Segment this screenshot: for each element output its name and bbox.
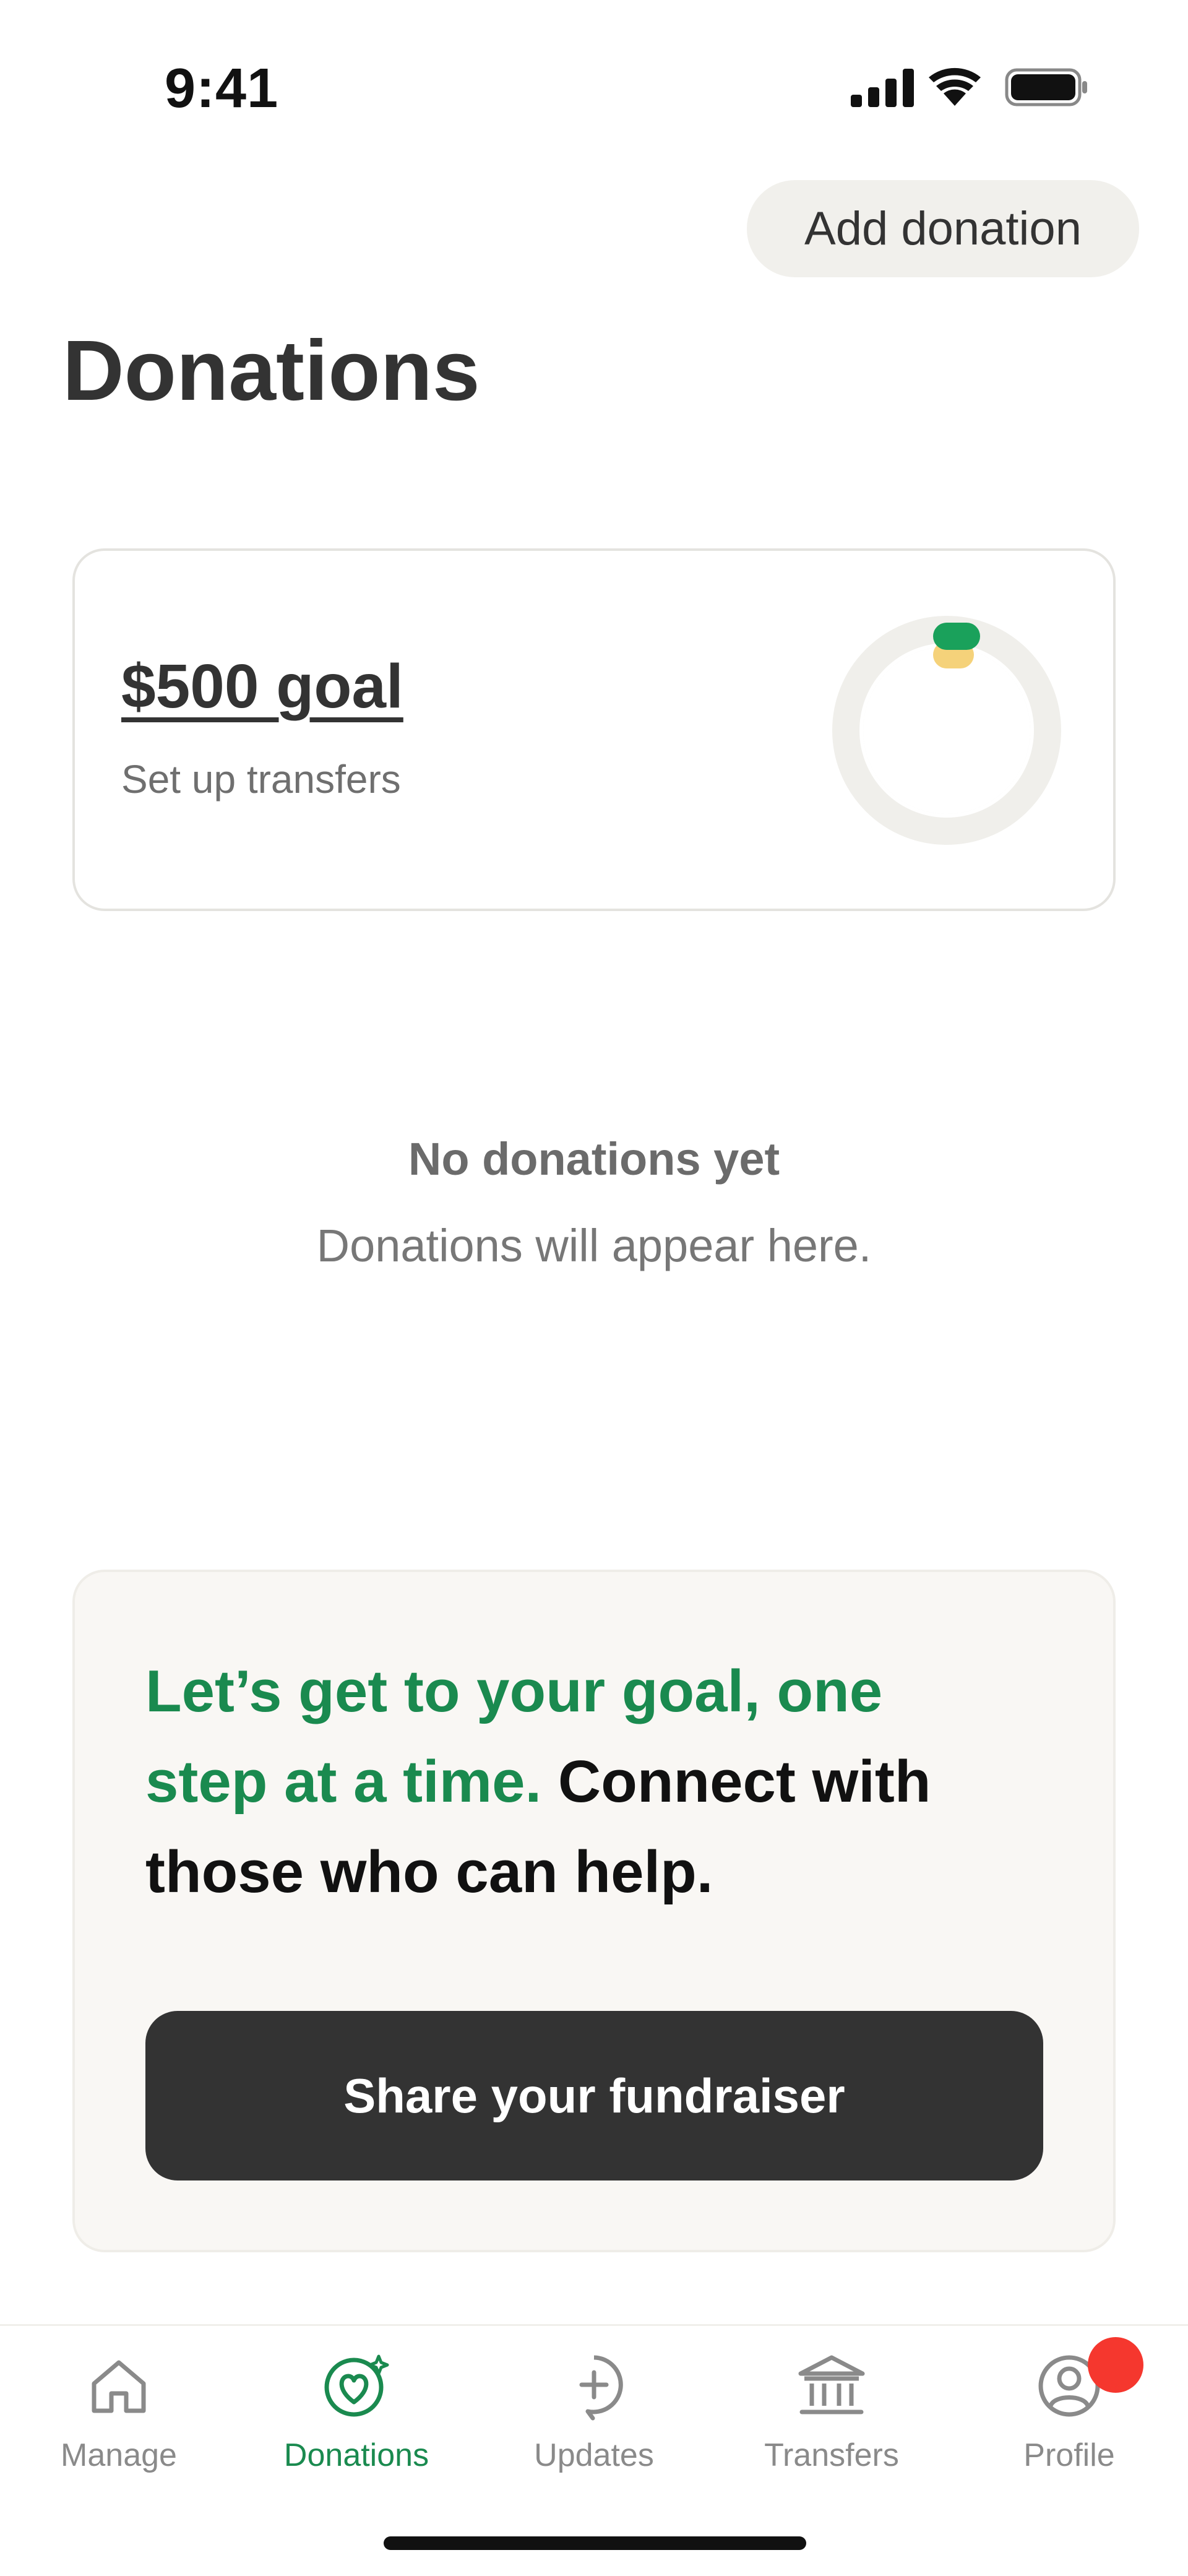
goal-subtitle: Set up transfers: [121, 757, 401, 802]
share-fundraiser-button[interactable]: Share your fundraiser: [145, 2011, 1043, 2181]
plus-bubble-icon: [579, 2355, 623, 2421]
tab-donations[interactable]: Donations: [238, 2324, 475, 2485]
progress-marker-green: [933, 623, 980, 650]
tab-manage[interactable]: Manage: [0, 2324, 238, 2485]
goal-link[interactable]: $500 goal: [121, 651, 403, 722]
tab-transfers[interactable]: Transfers: [713, 2324, 950, 2485]
tab-label: Transfers: [764, 2437, 899, 2473]
tab-label: Manage: [61, 2437, 177, 2473]
tab-label: Donations: [283, 2437, 429, 2473]
tab-label: Updates: [534, 2437, 654, 2473]
home-indicator: [384, 2536, 806, 2550]
goal-progress-ring: [832, 616, 1061, 845]
page-title: Donations: [62, 323, 480, 418]
tab-label: Profile: [1023, 2437, 1115, 2473]
tab-updates[interactable]: Updates: [475, 2324, 713, 2485]
wifi-icon: [929, 67, 981, 106]
empty-state-title: No donations yet: [408, 1133, 780, 1185]
empty-state-subtitle: Donations will appear here.: [316, 1220, 872, 1271]
battery-icon: [1005, 68, 1087, 106]
status-time: 9:41: [165, 58, 279, 119]
tab-profile[interactable]: Profile: [950, 2324, 1188, 2485]
promo-text: Let’s get to your goal, one step at a ti…: [145, 1646, 975, 1917]
home-icon: [92, 2360, 146, 2413]
bank-icon: [798, 2355, 865, 2414]
status-icons: [851, 67, 1087, 107]
heart-sparkle-icon: [324, 2354, 389, 2417]
notification-badge: [1088, 2337, 1143, 2393]
add-donation-button[interactable]: Add donation: [747, 180, 1139, 277]
cellular-signal-icon: [851, 69, 914, 107]
